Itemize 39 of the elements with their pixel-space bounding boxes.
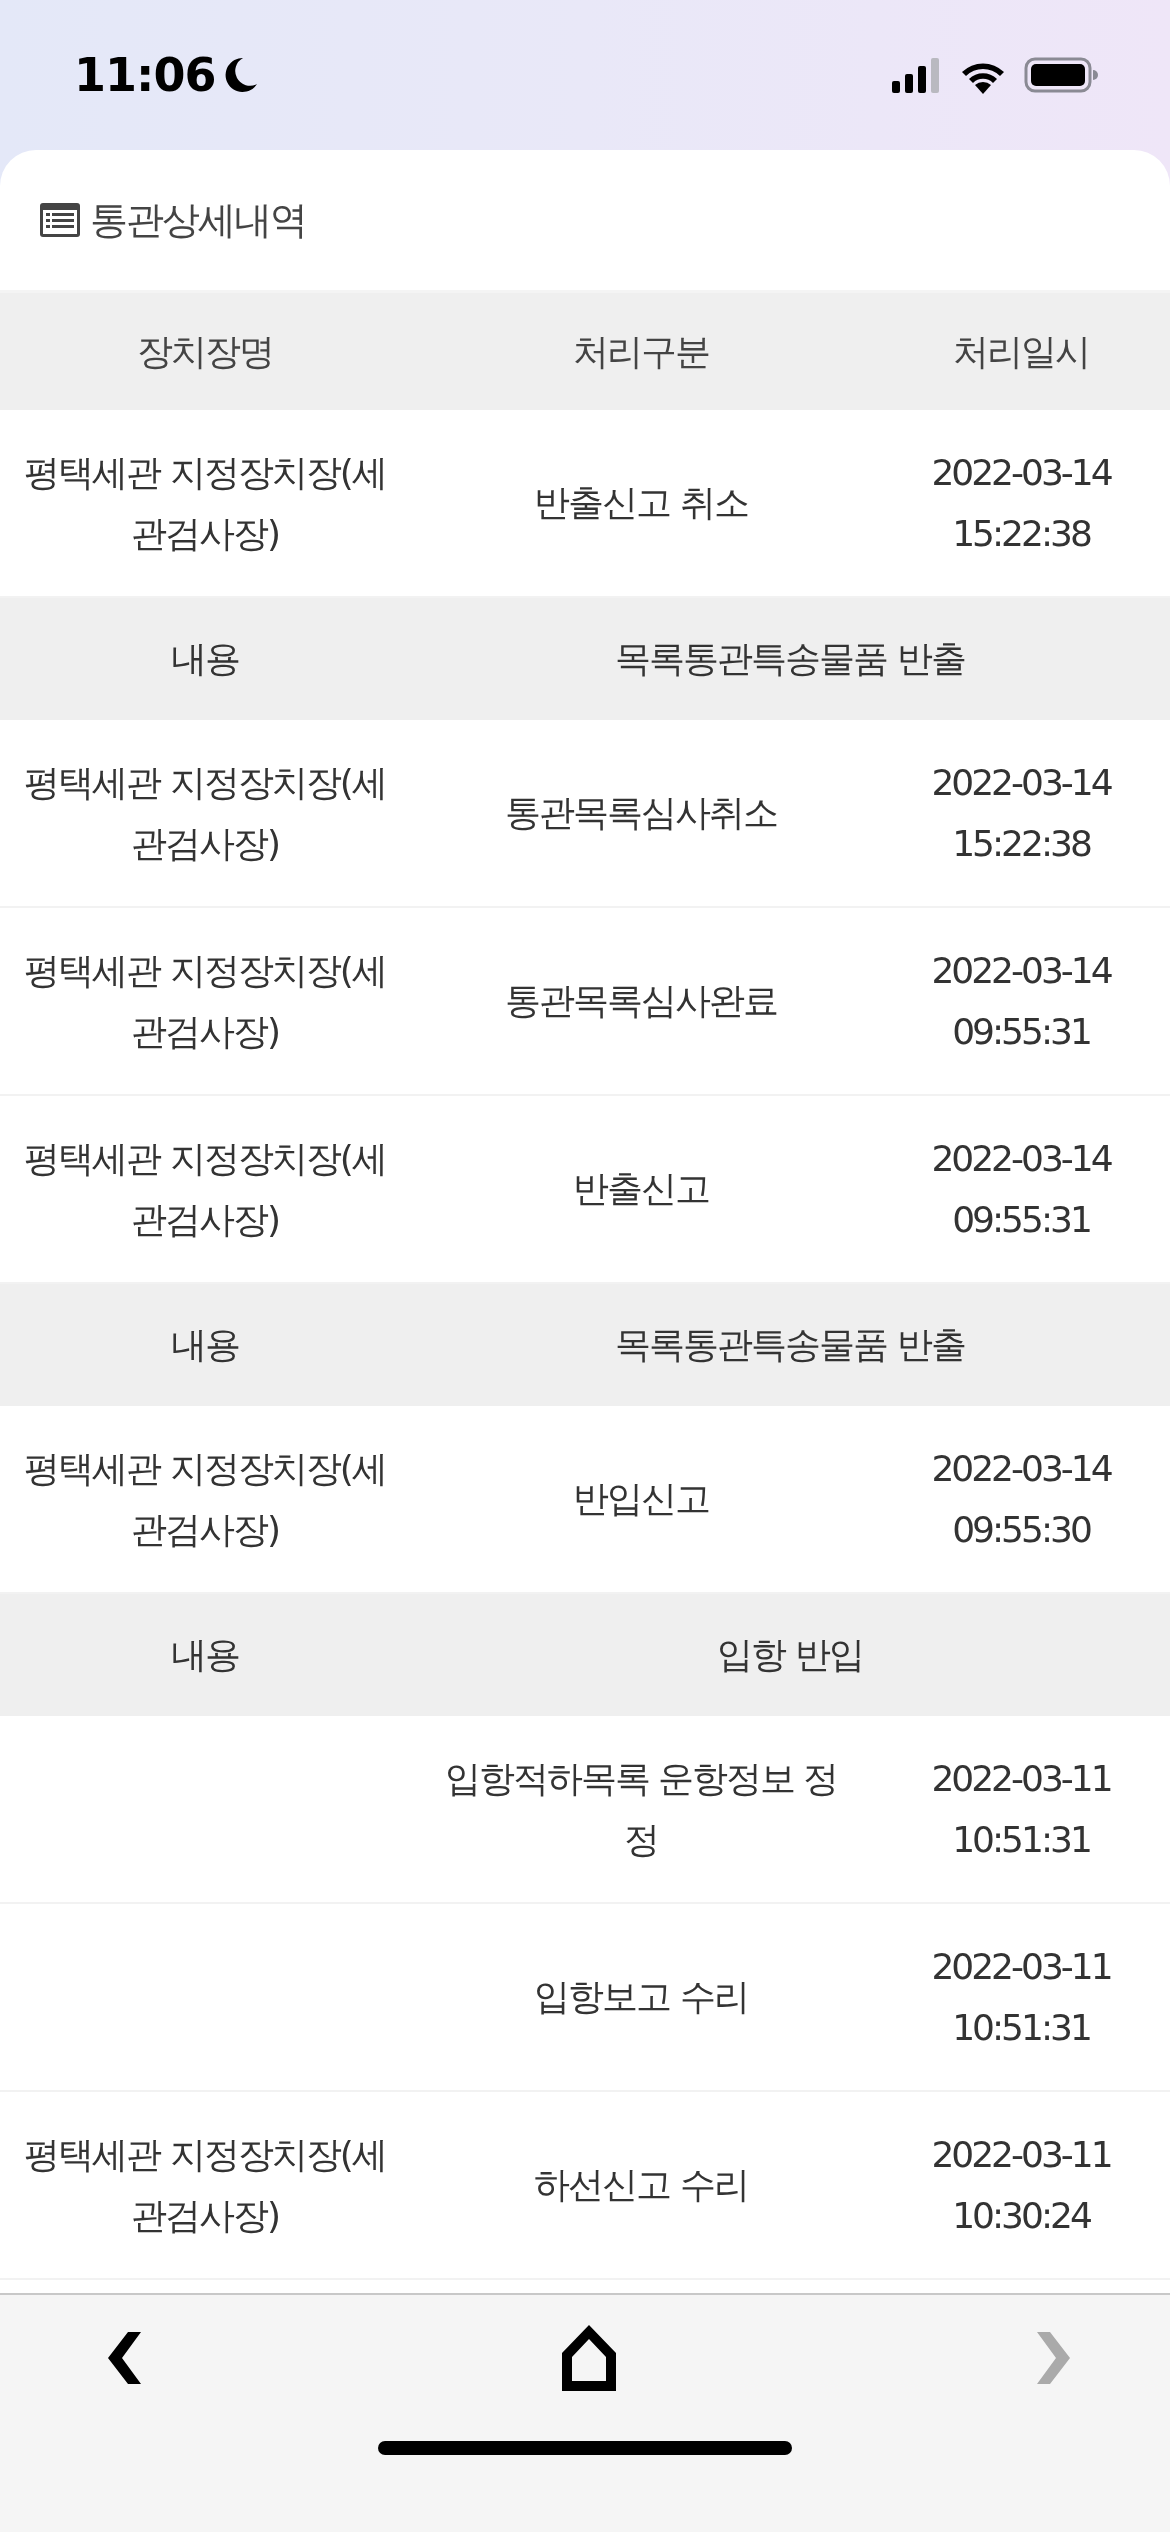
place-name: 평택세관 지정장치장(세관검사장) — [24, 761, 386, 864]
process-datetime: 2022-03-11 10:51:31 — [931, 1757, 1111, 1860]
column-header: 처리일시 — [953, 330, 1089, 372]
place-name: 평택세관 지정장치장(세관검사장) — [24, 451, 386, 554]
place-name: 평택세관 지정장치장(세관검사장) — [24, 1137, 386, 1240]
place-name: 평택세관 지정장치장(세관검사장) — [24, 949, 386, 1052]
process-type: 하선신고 수리 — [534, 2164, 748, 2206]
process-datetime: 2022-03-14 09:55:31 — [931, 949, 1111, 1052]
column-header: 처리구분 — [573, 330, 709, 372]
process-type: 통관목록심사취소 — [505, 792, 777, 834]
process-type: 통관목록심사완료 — [505, 980, 777, 1022]
home-button[interactable] — [562, 2325, 616, 2391]
process-datetime: 2022-03-14 09:55:31 — [931, 1137, 1111, 1240]
process-type: 입항적하목록 운항정보 정정 — [444, 1757, 838, 1860]
moon-icon — [223, 56, 260, 94]
process-type: 입항보고 수리 — [534, 1976, 748, 2018]
process-type: 반입신고 — [573, 1478, 709, 1520]
process-type: 반출신고 취소 — [534, 482, 748, 524]
battery-icon — [1024, 57, 1098, 93]
process-datetime: 2022-03-11 10:51:31 — [931, 1945, 1111, 2048]
place-name: 평택세관 지정장치장(세관검사장) — [24, 1447, 386, 1550]
detail-label: 내용 — [171, 1324, 239, 1366]
detail-content: 목록통관특송물품 반출 — [615, 638, 965, 680]
place-name: 평택세관 지정장치장(세관검사장) — [24, 2133, 386, 2236]
process-datetime: 2022-03-14 09:55:30 — [931, 1447, 1111, 1550]
detail-label: 내용 — [171, 1634, 239, 1676]
list-icon — [40, 203, 80, 237]
status-time: 11:06 — [74, 46, 216, 104]
section-title: 통관상세내역 — [90, 196, 306, 244]
detail-content: 목록통관특송물품 반출 — [615, 1324, 965, 1366]
detail-label: 내용 — [171, 638, 239, 680]
signal-icon — [892, 57, 942, 93]
process-datetime: 2022-03-14 15:22:38 — [931, 761, 1111, 864]
process-type: 반출신고 — [573, 1168, 709, 1210]
column-header: 장치장명 — [137, 330, 273, 372]
detail-content: 입항 반입 — [717, 1634, 863, 1676]
process-datetime: 2022-03-14 15:22:38 — [931, 451, 1111, 554]
process-datetime: 2022-03-11 10:30:24 — [931, 2133, 1111, 2236]
back-button[interactable] — [108, 2332, 142, 2384]
